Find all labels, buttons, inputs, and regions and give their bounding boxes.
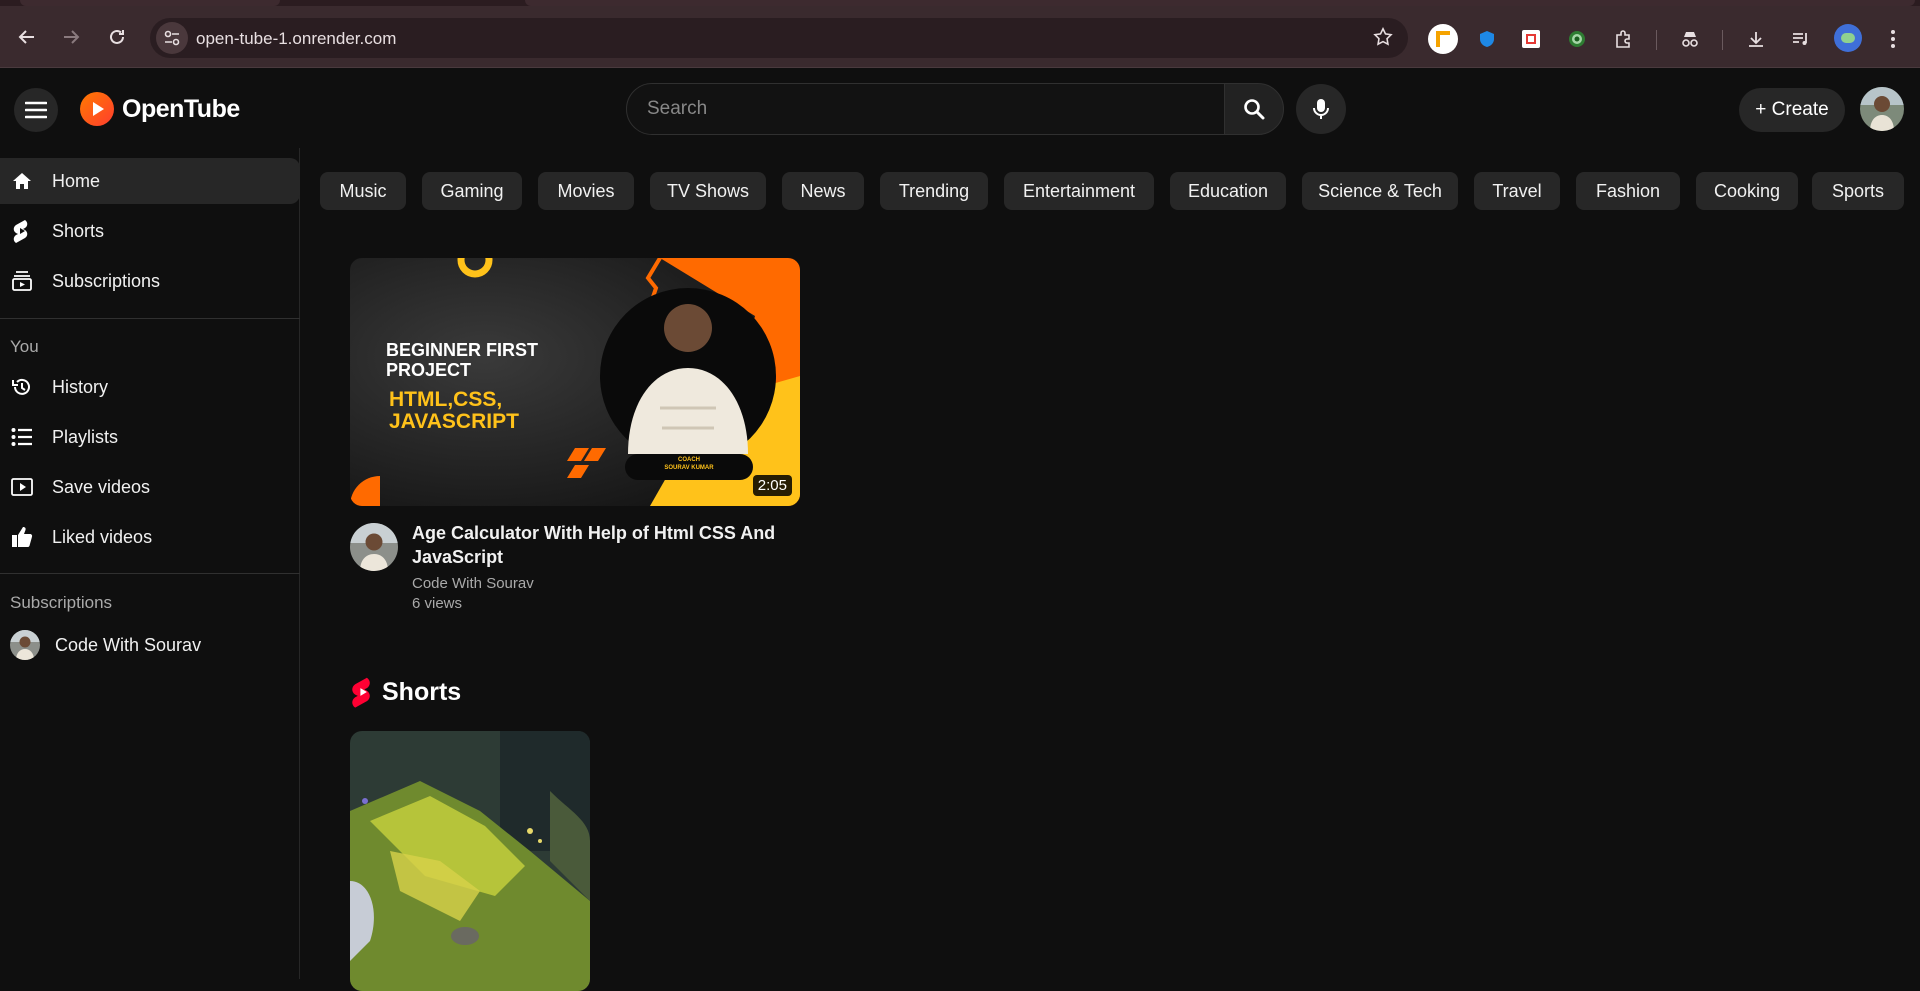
reload-icon[interactable] — [102, 22, 132, 52]
home-icon — [10, 169, 34, 193]
chip-education[interactable]: Education — [1170, 172, 1286, 210]
chip-science-tech[interactable]: Science & Tech — [1302, 172, 1458, 210]
user-avatar[interactable] — [1860, 87, 1904, 131]
url-text: open-tube-1.onrender.com — [196, 29, 397, 48]
search-input[interactable] — [627, 84, 1224, 134]
search-box — [626, 83, 1225, 135]
voice-search-button[interactable] — [1296, 84, 1346, 134]
toolbar-divider — [1722, 30, 1723, 50]
video-duration: 2:05 — [752, 475, 792, 496]
sidebar-divider — [0, 318, 300, 319]
bookmark-star-icon[interactable] — [1372, 26, 1394, 53]
video-channel-name[interactable]: Code With Sourav — [412, 575, 534, 592]
sidebar: Home Shorts Subscriptions You History Pl… — [0, 148, 300, 979]
sidebar-item-label: Liked videos — [52, 526, 153, 547]
sidebar-item-label: Subscriptions — [52, 270, 161, 291]
browser-menu-icon[interactable] — [1880, 26, 1906, 52]
video-thumbnail[interactable]: BEGINNER FIRST PROJECT HTML,CSS, JAVASCR… — [350, 258, 800, 506]
chip-trending[interactable]: Trending — [880, 172, 988, 210]
playlists-icon — [10, 425, 34, 449]
chip-news[interactable]: News — [782, 172, 864, 210]
sidebar-item-history[interactable]: History — [0, 364, 300, 410]
incognito-icon[interactable] — [1677, 26, 1703, 52]
address-bar[interactable]: open-tube-1.onrender.com — [150, 18, 1408, 58]
site-info-icon[interactable] — [156, 22, 188, 54]
opentube-logo-icon — [80, 92, 114, 126]
shorts-section-header: Shorts — [350, 676, 461, 708]
sidebar-item-home[interactable]: Home — [0, 158, 300, 204]
microphone-icon — [1313, 99, 1329, 119]
search-icon — [1244, 99, 1265, 120]
chip-movies[interactable]: Movies — [538, 172, 634, 210]
video-title[interactable]: Age Calculator With Help of Html CSS And… — [412, 521, 782, 569]
thumbs-up-icon — [10, 525, 34, 549]
channel-avatar[interactable] — [350, 523, 398, 571]
history-icon — [10, 375, 34, 399]
chip-fashion[interactable]: Fashion — [1576, 172, 1680, 210]
sidebar-item-label: Code With Sourav — [55, 634, 202, 655]
sidebar-item-label: History — [52, 376, 109, 397]
sidebar-item-label: Shorts — [52, 220, 105, 241]
sidebar-item-label: Save videos — [52, 476, 151, 497]
app-header: OpenTube + Create — [0, 68, 1920, 148]
sidebar-item-playlists[interactable]: Playlists — [0, 414, 300, 460]
download-icon[interactable] — [1743, 26, 1769, 52]
category-chips: Music Gaming Movies TV Shows News Trendi… — [320, 172, 1910, 210]
profile-avatar-icon[interactable] — [1834, 24, 1862, 52]
create-button[interactable]: + Create — [1739, 88, 1845, 132]
sidebar-item-save-videos[interactable]: Save videos — [0, 464, 300, 510]
search-button[interactable] — [1224, 83, 1284, 135]
app-name: OpenTube — [122, 94, 240, 123]
extension-crop-icon[interactable] — [1518, 26, 1544, 52]
hamburger-menu-icon[interactable] — [14, 88, 58, 132]
subscriptions-icon — [10, 269, 34, 293]
sidebar-item-shorts[interactable]: Shorts — [0, 208, 300, 254]
chip-entertainment[interactable]: Entertainment — [1004, 172, 1154, 210]
media-control-icon[interactable] — [1788, 26, 1814, 52]
chip-cooking[interactable]: Cooking — [1696, 172, 1798, 210]
thumbnail-tech-text: HTML,CSS, JAVASCRIPT — [389, 388, 519, 433]
browser-toolbar: open-tube-1.onrender.com — [0, 6, 1920, 68]
chip-gaming[interactable]: Gaming — [422, 172, 522, 210]
channel-avatar — [10, 630, 40, 660]
sidebar-item-label: Playlists — [52, 426, 119, 447]
chip-tv-shows[interactable]: TV Shows — [650, 172, 766, 210]
sidebar-item-subscriptions[interactable]: Subscriptions — [0, 258, 300, 304]
short-thumbnail[interactable] — [350, 731, 590, 991]
shorts-icon — [10, 219, 34, 243]
sidebar-item-liked-videos[interactable]: Liked videos — [0, 514, 300, 560]
toolbar-divider — [1656, 30, 1657, 50]
sidebar-divider — [0, 573, 300, 574]
shorts-logo-icon — [352, 677, 370, 708]
shorts-heading: Shorts — [382, 677, 462, 706]
chip-music[interactable]: Music — [320, 172, 406, 210]
extension-shield-icon[interactable] — [1474, 26, 1500, 52]
chip-sports[interactable]: Sports — [1812, 172, 1904, 210]
sidebar-section-subscriptions: Subscriptions — [10, 593, 113, 612]
opentube-logo[interactable]: OpenTube — [80, 92, 240, 126]
forward-icon[interactable] — [56, 22, 86, 52]
extension-target-icon[interactable] — [1564, 26, 1590, 52]
extension-f-icon[interactable] — [1428, 24, 1458, 54]
extensions-puzzle-icon[interactable] — [1610, 26, 1636, 52]
chip-travel[interactable]: Travel — [1474, 172, 1560, 210]
video-views: 6 views — [412, 595, 463, 612]
sidebar-item-label: Home — [52, 170, 101, 191]
save-videos-icon — [10, 475, 34, 499]
thumbnail-caption: BEGINNER FIRST PROJECT — [386, 340, 539, 380]
thumbnail-badge: COACH SOURAV KUMAR — [664, 457, 714, 471]
back-icon[interactable] — [12, 22, 42, 52]
sidebar-section-you: You — [10, 337, 39, 356]
sidebar-item-channel[interactable]: Code With Sourav — [0, 622, 300, 668]
